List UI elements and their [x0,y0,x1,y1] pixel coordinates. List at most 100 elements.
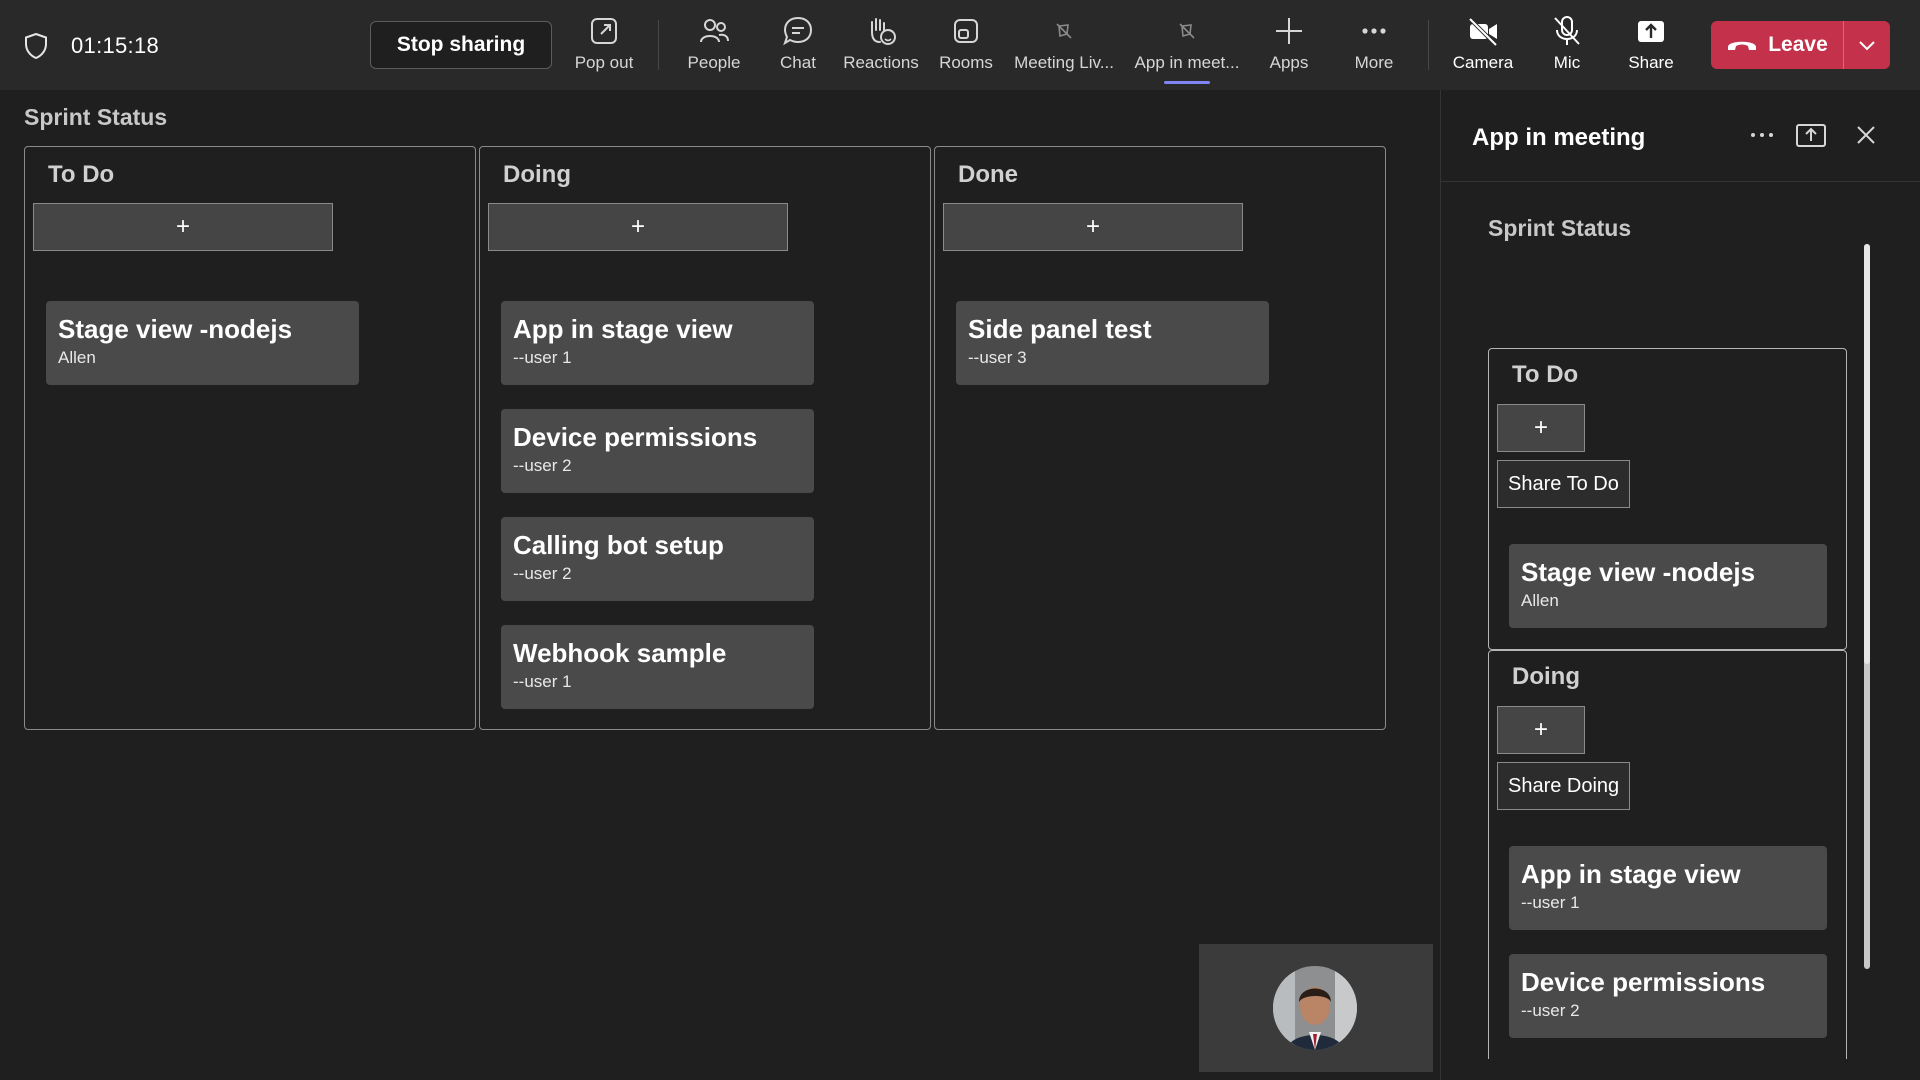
apps-button[interactable]: Apps [1266,14,1312,80]
card-owner: Allen [1521,591,1559,610]
column-title: Done [958,161,1018,188]
card-title: Side panel test [968,314,1152,344]
add-card-button[interactable]: + [1497,706,1585,754]
board-title: Sprint Status [24,104,168,130]
card-title: Device permissions [1521,967,1766,997]
card-owner: --user 2 [513,564,572,583]
card-owner: --user 2 [1521,1001,1580,1020]
add-card-button[interactable]: + [943,203,1243,251]
meeting-live-button[interactable]: Meeting Liv... [1014,14,1114,80]
share-to-stage-icon [1796,124,1826,147]
task-card[interactable]: Webhook sample --user 1 [501,625,814,709]
shield-icon[interactable] [24,33,48,59]
more-button[interactable]: More [1350,14,1398,80]
meeting-timer: 01:15:18 [71,33,160,58]
avatar [1273,966,1357,1050]
mic-off-icon [1554,16,1580,45]
chevron-down-icon [1859,41,1875,51]
popout-button[interactable]: Pop out [570,14,638,80]
panel-scroll-area[interactable]: To Do + Share To Do Stage view -nodejs A… [1441,258,1920,1059]
toolbar-divider [1428,20,1429,70]
share-icon [1638,21,1664,42]
column-done: Done + Side panel test --user 3 [934,146,1386,730]
card-title: Calling bot setup [513,530,724,560]
card-title: Device permissions [513,422,758,452]
task-card[interactable]: App in stage view --user 1 [1509,846,1827,930]
task-card[interactable]: Stage view -nodejs Allen [1509,544,1827,628]
card-owner: Allen [58,348,96,367]
column-doing: Doing + App in stage view --user 1 Devic… [479,146,931,730]
meeting-live-icon [1056,23,1072,39]
leave-label: Leave [1768,33,1828,56]
add-card-button[interactable]: + [1497,404,1585,452]
column-title: To Do [1512,361,1579,388]
leave-options-button[interactable] [1844,39,1890,51]
share-button[interactable]: Share [1628,14,1674,80]
person-avatar-image [1273,966,1357,1050]
card-owner: --user 1 [513,348,572,367]
phone-hangup-icon [1728,41,1757,50]
column-title: To Do [48,161,115,188]
reactions-button[interactable]: Reactions [843,14,919,80]
panel-board-title: Sprint Status [1488,215,1632,241]
panel-header: App in meeting [1441,90,1920,182]
app-in-meeting-icon [1179,23,1195,39]
chat-label: Chat [780,53,816,72]
camera-off-icon [1468,17,1498,47]
chat-button[interactable]: Chat [773,14,823,80]
column-title: Doing [503,161,571,188]
card-owner: --user 3 [968,348,1027,367]
rooms-button[interactable]: Rooms [937,14,995,80]
app-side-panel: App in meeting Sprint Status To Do + Sha… [1440,90,1920,1080]
camera-button[interactable]: Camera [1452,14,1514,80]
column-title: Doing [1512,663,1580,690]
task-card[interactable]: Calling bot setup --user 2 [501,517,814,601]
share-to-do-button[interactable]: Share To Do [1497,460,1630,508]
popout-label: Pop out [574,53,634,72]
app-in-meeting-tab[interactable]: App in meet... [1133,14,1241,80]
rooms-icon [954,19,978,43]
mic-button[interactable]: Mic [1549,14,1585,80]
add-card-button[interactable]: + [33,203,333,251]
leave-main[interactable]: Leave [1711,21,1844,69]
stop-sharing-button[interactable]: Stop sharing [370,21,552,69]
people-label: People [687,53,741,72]
panel-column-to-do: To Do + Share To Do Stage view -nodejs A… [1488,348,1847,650]
share-doing-button[interactable]: Share Doing [1497,762,1631,810]
add-icon [1276,18,1302,44]
column-to-do: To Do + Stage view -nodejs Allen [24,146,476,730]
card-title: App in stage view [1521,859,1741,889]
camera-label: Camera [1452,53,1514,72]
rooms-label: Rooms [939,53,993,72]
reactions-icon [871,18,896,45]
add-card-button[interactable]: + [488,203,788,251]
card-owner: --user 1 [513,672,572,691]
leave-button[interactable]: Leave [1711,21,1890,69]
card-title: Webhook sample [513,638,727,668]
task-card[interactable]: Side panel test --user 3 [956,301,1269,385]
apps-label: Apps [1269,53,1309,72]
panel-column-doing: Doing + Share Doing App in stage view --… [1488,650,1847,1059]
meeting-toolbar: 01:15:18 Stop sharing Pop out People Cha… [0,0,1920,90]
task-card[interactable]: Device permissions --user 2 [501,409,814,493]
self-video-preview[interactable] [1199,944,1433,1072]
scrollbar-thumb[interactable] [1864,244,1870,664]
people-button[interactable]: People [683,14,745,80]
app-in-meeting-label: App in meet... [1134,53,1240,72]
panel-scrollbar[interactable] [1864,244,1870,969]
reactions-label: Reactions [843,53,919,72]
card-title: Stage view -nodejs [58,314,293,344]
mic-label: Mic [1553,53,1581,72]
card-owner: --user 1 [1521,893,1580,912]
panel-close-button[interactable] [1851,120,1881,150]
panel-popout-button[interactable] [1796,120,1826,150]
task-card[interactable]: Stage view -nodejs Allen [46,301,359,385]
meeting-live-label: Meeting Liv... [1014,53,1114,72]
task-card[interactable]: App in stage view --user 1 [501,301,814,385]
card-owner: --user 2 [513,456,572,475]
more-icon [1362,28,1386,34]
people-icon [700,19,729,43]
popout-icon [591,18,617,44]
panel-more-button[interactable] [1747,120,1777,150]
task-card[interactable]: Device permissions --user 2 [1509,954,1827,1038]
